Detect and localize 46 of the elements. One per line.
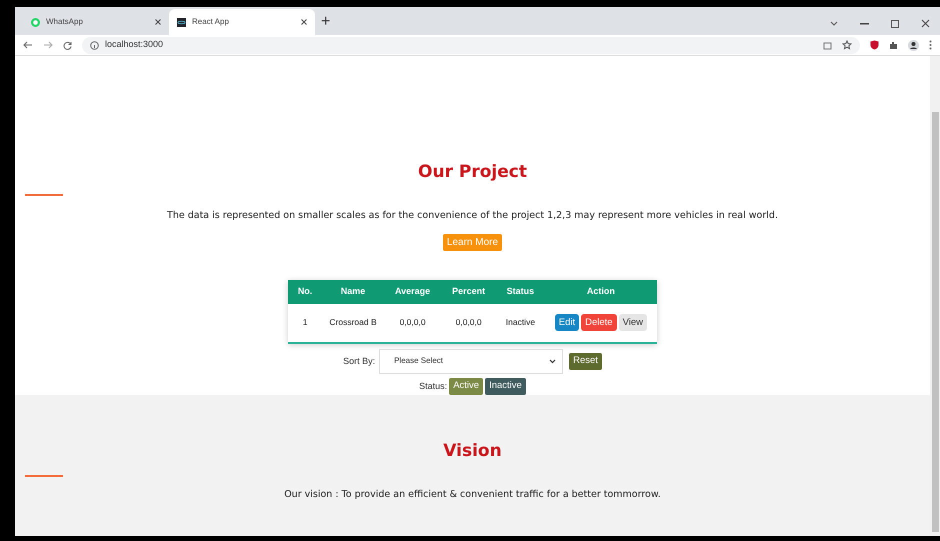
sort-dropdown[interactable]: Please Select	[379, 348, 564, 374]
close-icon[interactable]	[921, 19, 930, 28]
vision-text: Our vision : To provide an efficient & convenient traffic for a better tommorrow.	[284, 488, 661, 502]
reload-icon[interactable]	[63, 40, 72, 50]
chat-icon	[31, 18, 40, 26]
status-filter-button[interactable]: Active	[449, 378, 484, 395]
star-icon[interactable]	[842, 40, 852, 50]
column-header: Name	[322, 280, 384, 304]
section-title: Our Project	[418, 161, 527, 184]
menu-icon[interactable]	[929, 40, 932, 50]
accent-line	[25, 194, 63, 196]
edit-button[interactable]: Edit	[554, 314, 580, 332]
new-tab-button[interactable]: +	[321, 14, 330, 30]
chevron-down-icon	[549, 358, 556, 364]
view-button[interactable]: View	[618, 314, 647, 332]
shield-icon[interactable]	[870, 40, 879, 50]
column-header: Average	[384, 280, 442, 304]
info-icon	[90, 40, 99, 50]
browser-tab[interactable]: WhatsApp	[23, 9, 169, 35]
address-bar[interactable]: localhost:3000	[82, 36, 860, 54]
back-icon[interactable]	[23, 41, 33, 49]
table-cell: 0,0,0,0	[441, 304, 496, 342]
profile-icon[interactable]	[908, 40, 919, 50]
browser-tab[interactable]: React App	[169, 9, 315, 35]
delete-button[interactable]: Delete	[581, 314, 617, 332]
accent-line	[25, 475, 63, 477]
chevron-down-icon[interactable]	[830, 20, 838, 26]
description-text: The data is represented on smaller scales as for the convenience of the project 1,2,3 may represent more vehicles in real world.	[167, 208, 778, 222]
close-icon[interactable]	[155, 19, 161, 25]
scrollbar[interactable]	[930, 56, 940, 536]
status-label: Status:	[419, 380, 448, 392]
minimize-icon[interactable]	[860, 22, 869, 24]
close-icon[interactable]	[301, 19, 307, 25]
maximize-icon[interactable]	[891, 20, 899, 28]
column-header: Percent	[441, 280, 496, 304]
status-filter-button[interactable]: Inactive	[485, 378, 526, 395]
reset-button[interactable]: Reset	[569, 352, 602, 370]
table-cell: 1	[288, 304, 322, 342]
column-header: Status	[496, 280, 545, 304]
sort-label: Sort By:	[343, 354, 376, 368]
table-cell: Crossroad B	[322, 304, 384, 342]
table-cell: 0,0,0,0	[384, 304, 442, 342]
table-cell: Inactive	[496, 304, 545, 342]
column-header: Action	[544, 280, 657, 304]
column-header: No.	[288, 280, 322, 304]
section-title: Vision	[443, 440, 502, 463]
